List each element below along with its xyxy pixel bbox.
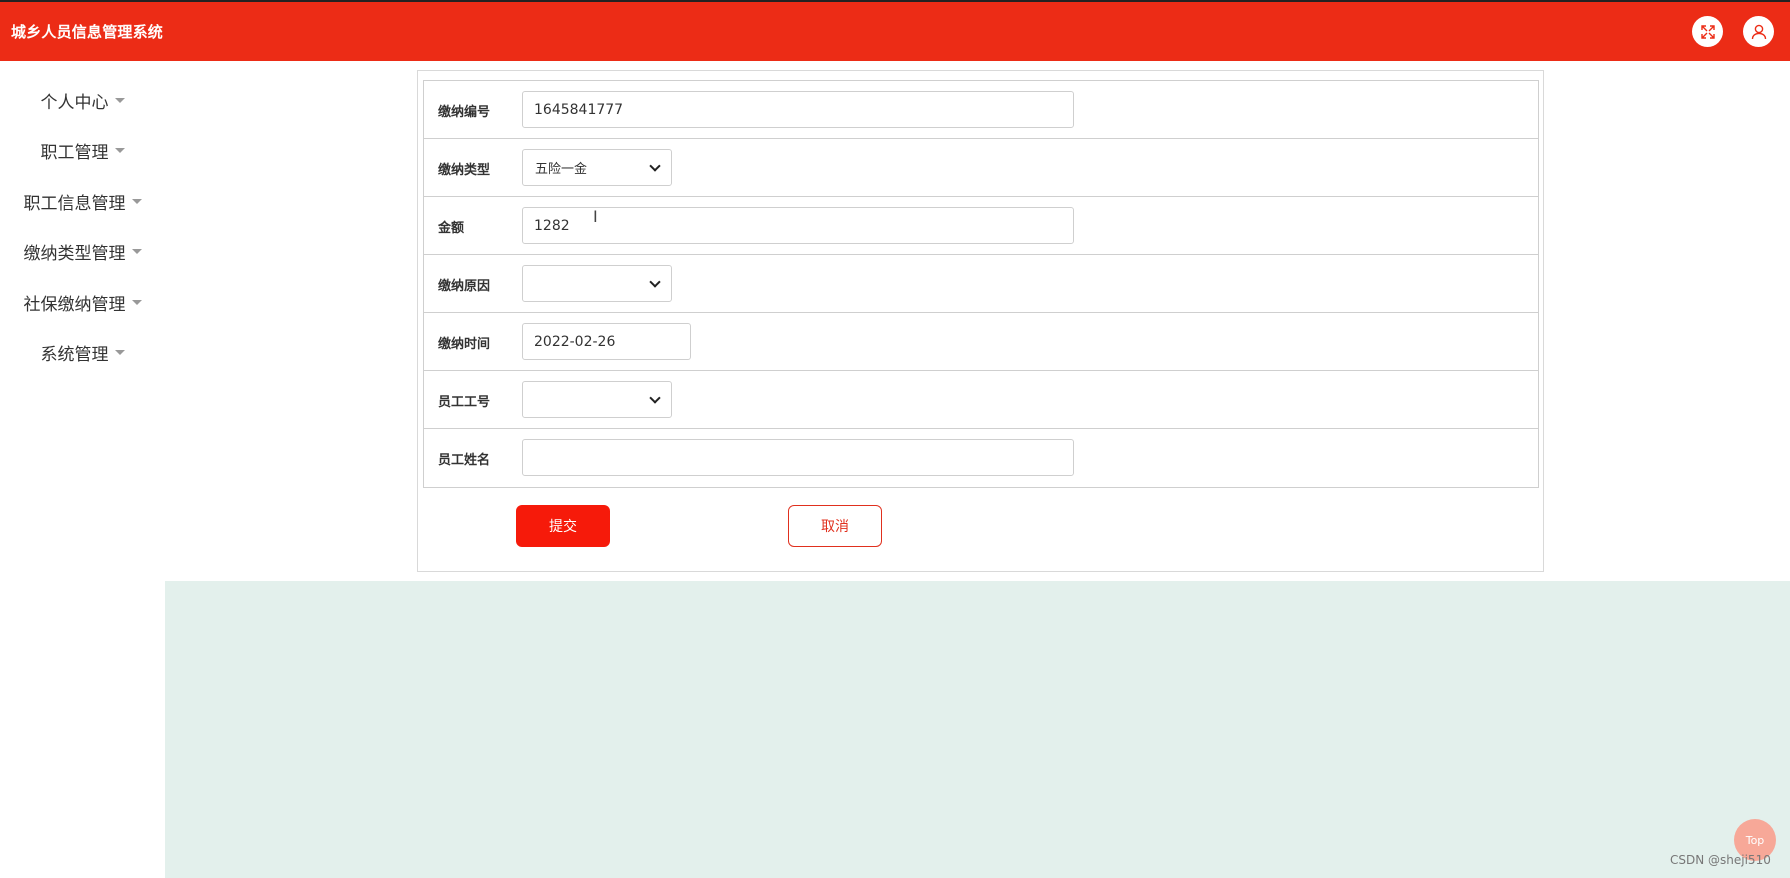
cancel-button[interactable]: 取消 — [788, 505, 882, 547]
payment-type-select[interactable]: 五险一金 — [522, 149, 672, 186]
payment-form: 缴纳编号 缴纳类型 五险一金 金额 缴纳原因 缴纳时间 员工工号 — [417, 70, 1544, 572]
form-row-employee-id: 员工工号 — [424, 371, 1538, 429]
caret-down-icon — [131, 248, 142, 254]
chevron-down-icon — [649, 275, 661, 288]
submit-button[interactable]: 提交 — [516, 505, 610, 547]
sidebar-item-system-management[interactable]: 系统管理 — [0, 332, 165, 372]
chevron-down-icon — [649, 159, 661, 172]
form-row-payment-type: 缴纳类型 五险一金 — [424, 139, 1538, 197]
sidebar-item-label: 个人中心 — [40, 92, 109, 113]
sidebar-item-label: 缴纳类型管理 — [23, 243, 126, 264]
amount-input[interactable] — [522, 207, 1074, 244]
sidebar-item-staff-management[interactable]: 职工管理 — [0, 130, 165, 170]
payment-number-input[interactable] — [522, 91, 1074, 128]
caret-down-icon — [114, 349, 125, 355]
sidebar-item-staff-info-management[interactable]: 职工信息管理 — [0, 181, 165, 221]
caret-down-icon — [131, 299, 142, 305]
employee-id-select[interactable] — [522, 381, 672, 418]
sidebar-item-label: 职工信息管理 — [23, 193, 126, 214]
form-row-employee-name: 员工姓名 — [424, 429, 1538, 487]
field-label: 缴纳编号 — [438, 105, 491, 120]
text-cursor-icon: I — [593, 207, 598, 226]
sidebar: 个人中心 职工管理 职工信息管理 缴纳类型管理 社保缴纳管理 系统管理 — [0, 61, 165, 878]
form-fields-table: 缴纳编号 缴纳类型 五险一金 金额 缴纳原因 缴纳时间 员工工号 — [423, 80, 1539, 488]
payment-type-selected: 五险一金 — [535, 162, 588, 177]
sidebar-item-label: 系统管理 — [40, 344, 109, 365]
payment-reason-select[interactable] — [522, 265, 672, 302]
top-header-bar: 城乡人员信息管理系统 — [0, 0, 1790, 61]
payment-time-input[interactable] — [522, 323, 691, 360]
field-label: 金额 — [438, 221, 465, 236]
field-label: 缴纳原因 — [438, 279, 491, 294]
user-icon — [1751, 24, 1766, 39]
fullscreen-icon — [1700, 24, 1715, 39]
form-row-payment-number: 缴纳编号 — [424, 81, 1538, 139]
field-label: 员工姓名 — [438, 453, 491, 468]
caret-down-icon — [131, 198, 142, 204]
sidebar-item-payment-type-management[interactable]: 缴纳类型管理 — [0, 231, 165, 271]
main-content-background — [165, 581, 1790, 878]
user-button[interactable] — [1743, 16, 1774, 47]
form-row-payment-time: 缴纳时间 — [424, 313, 1538, 371]
fullscreen-button[interactable] — [1692, 16, 1723, 47]
app-title: 城乡人员信息管理系统 — [11, 23, 164, 41]
chevron-down-icon — [649, 391, 661, 404]
form-row-amount: 金额 — [424, 197, 1538, 255]
sidebar-item-label: 社保缴纳管理 — [23, 294, 126, 315]
form-row-payment-reason: 缴纳原因 — [424, 255, 1538, 313]
sidebar-item-label: 职工管理 — [40, 142, 109, 163]
employee-name-input[interactable] — [522, 439, 1074, 476]
field-label: 缴纳类型 — [438, 163, 491, 178]
field-label: 员工工号 — [438, 395, 491, 410]
caret-down-icon — [114, 147, 125, 153]
sidebar-item-social-security-management[interactable]: 社保缴纳管理 — [0, 282, 165, 322]
sidebar-item-personal-center[interactable]: 个人中心 — [0, 80, 165, 120]
field-label: 缴纳时间 — [438, 337, 491, 352]
caret-down-icon — [114, 97, 125, 103]
watermark-text: CSDN @sheji510 — [1670, 853, 1771, 867]
